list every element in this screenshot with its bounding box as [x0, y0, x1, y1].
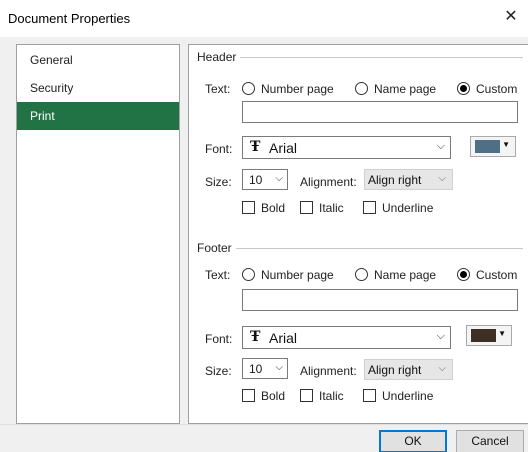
footer-size-label: Size: — [205, 364, 232, 378]
sidebar-item-label: Print — [30, 109, 55, 123]
header-color-swatch — [475, 140, 500, 153]
chevron-down-icon: ⌵ — [436, 140, 445, 152]
header-alignment-value: Align right — [368, 173, 422, 187]
font-type-icon: Ŧ — [250, 329, 261, 345]
chevron-down-icon: ⌵ — [436, 330, 445, 342]
footer-bold-label[interactable]: Bold — [261, 389, 285, 403]
footer-italic-checkbox[interactable] — [300, 389, 313, 402]
footer-alignment-value: Align right — [368, 363, 422, 377]
footer-underline-checkbox[interactable] — [363, 389, 376, 402]
window-title: Document Properties — [8, 11, 131, 26]
sidebar-item-label: General — [30, 53, 73, 67]
footer-group-divider — [233, 248, 523, 249]
header-radio-name-page[interactable] — [355, 82, 368, 95]
footer-alignment-select[interactable]: Align right ⌵ — [364, 359, 453, 380]
dropdown-arrow-icon: ▼ — [502, 140, 510, 149]
cancel-button[interactable]: Cancel — [456, 430, 524, 452]
header-radio-number-page-label[interactable]: Number page — [261, 82, 334, 96]
footer-radio-custom[interactable] — [457, 268, 470, 281]
header-italic-checkbox[interactable] — [300, 201, 313, 214]
footer-divider — [0, 424, 528, 425]
sidebar-item-label: Security — [30, 81, 74, 95]
footer-color-swatch — [471, 329, 496, 342]
chevron-down-icon: ⌵ — [275, 362, 283, 373]
footer-size-select[interactable]: 10 ⌵ — [242, 358, 288, 379]
header-custom-text-input[interactable] — [242, 101, 518, 123]
dropdown-arrow-icon: ▼ — [498, 329, 506, 338]
header-radio-custom[interactable] — [457, 82, 470, 95]
footer-radio-number-page[interactable] — [242, 268, 255, 281]
footer-bold-checkbox[interactable] — [242, 389, 255, 402]
header-font-select[interactable]: Ŧ Arial ⌵ — [242, 136, 451, 159]
footer-radio-name-page-label[interactable]: Name page — [374, 268, 436, 282]
header-alignment-label: Alignment: — [300, 175, 357, 189]
footer-radio-name-page[interactable] — [355, 268, 368, 281]
font-type-icon: Ŧ — [250, 139, 261, 155]
footer-radio-custom-label[interactable]: Custom — [476, 268, 517, 282]
header-text-label: Text: — [205, 82, 231, 96]
header-radio-name-page-label[interactable]: Name page — [374, 82, 436, 96]
footer-custom-text-input[interactable] — [242, 289, 518, 311]
header-bold-label[interactable]: Bold — [261, 201, 285, 215]
sidebar-item-general[interactable]: General — [17, 46, 179, 74]
ok-button[interactable]: OK — [379, 430, 447, 452]
header-group-divider — [233, 57, 523, 58]
title-bar: Document Properties ✕ — [0, 0, 528, 37]
chevron-down-icon: ⌵ — [438, 363, 446, 374]
header-underline-checkbox[interactable] — [363, 201, 376, 214]
sidebar: General Security Print — [16, 44, 180, 424]
header-alignment-select[interactable]: Align right ⌵ — [364, 169, 453, 190]
header-underline-label[interactable]: Underline — [382, 201, 433, 215]
header-font-value: Arial — [269, 140, 298, 156]
header-size-label: Size: — [205, 175, 232, 189]
footer-italic-label[interactable]: Italic — [319, 389, 344, 403]
header-italic-label[interactable]: Italic — [319, 201, 344, 215]
footer-font-select[interactable]: Ŧ Arial ⌵ — [242, 326, 451, 349]
footer-group-title: Footer — [197, 241, 236, 255]
footer-text-label: Text: — [205, 268, 231, 282]
footer-font-value: Arial — [269, 330, 298, 346]
header-size-value: 10 — [249, 173, 263, 187]
header-bold-checkbox[interactable] — [242, 201, 255, 214]
sidebar-item-security[interactable]: Security — [17, 74, 179, 102]
footer-font-label: Font: — [205, 332, 233, 346]
close-icon[interactable]: ✕ — [500, 6, 522, 28]
footer-underline-label[interactable]: Underline — [382, 389, 433, 403]
footer-alignment-label: Alignment: — [300, 364, 357, 378]
header-group-title: Header — [197, 50, 241, 64]
footer-color-button[interactable]: ▼ — [466, 325, 512, 346]
chevron-down-icon: ⌵ — [438, 173, 446, 184]
header-color-button[interactable]: ▼ — [470, 136, 516, 157]
header-radio-custom-label[interactable]: Custom — [476, 82, 517, 96]
chevron-down-icon: ⌵ — [275, 173, 283, 184]
footer-size-value: 10 — [249, 362, 263, 376]
sidebar-item-print[interactable]: Print — [17, 102, 179, 130]
print-settings-panel: Header Text: Number page Name page Custo… — [188, 44, 528, 424]
header-radio-number-page[interactable] — [242, 82, 255, 95]
header-font-label: Font: — [205, 142, 233, 156]
footer-radio-number-page-label[interactable]: Number page — [261, 268, 334, 282]
header-size-select[interactable]: 10 ⌵ — [242, 169, 288, 190]
